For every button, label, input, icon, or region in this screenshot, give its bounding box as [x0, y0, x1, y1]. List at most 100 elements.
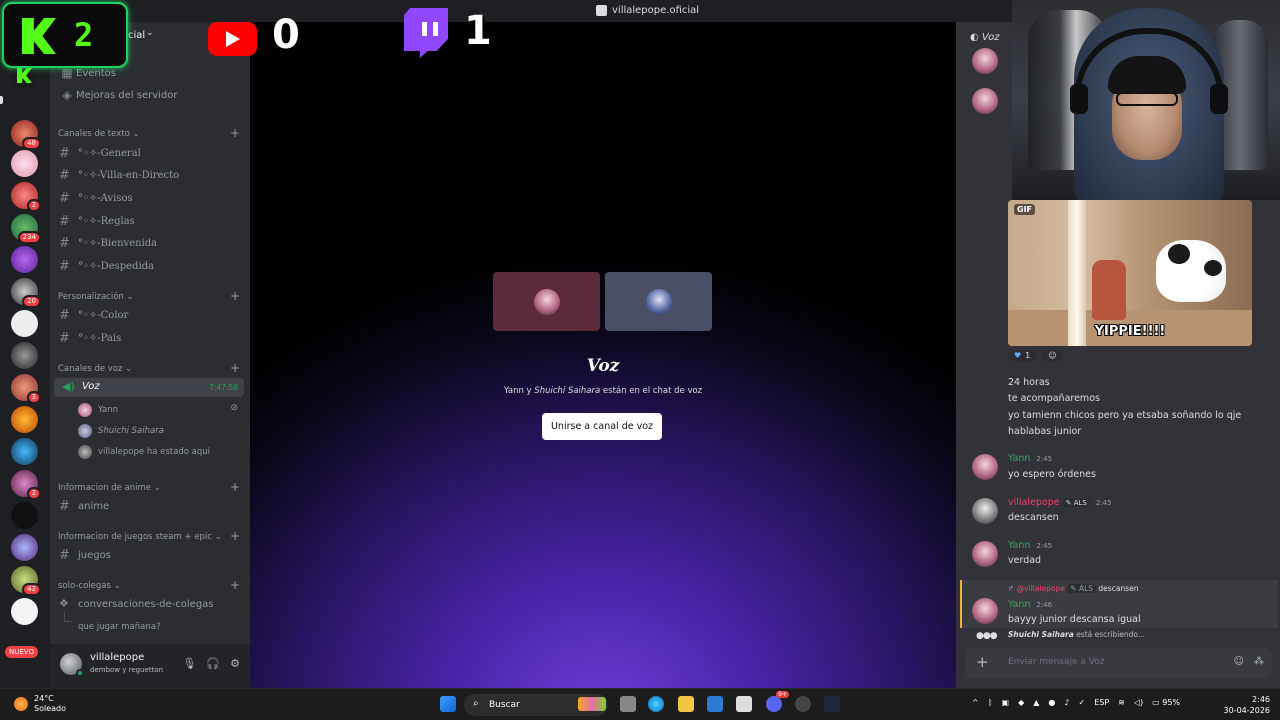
steam-icon[interactable] — [824, 696, 840, 712]
channel-villa-en-directo[interactable]: °◦✧-Villa-en-Directo — [78, 170, 179, 181]
category-friends[interactable]: solo-colegas ⌄ + — [58, 579, 240, 591]
chevron-down-icon[interactable]: ⌄ — [146, 28, 154, 38]
store-icon[interactable] — [736, 696, 752, 712]
server-icon[interactable]: 48 — [11, 120, 41, 150]
voice-user-yann[interactable]: Yann — [78, 402, 118, 418]
channel-reglas[interactable]: °◦✧-Reglas — [78, 216, 135, 227]
avatar[interactable] — [972, 48, 998, 74]
server-icon[interactable]: 3 — [11, 374, 41, 404]
add-channel-icon[interactable]: + — [230, 481, 240, 493]
add-channel-icon[interactable]: + — [230, 579, 240, 591]
server-icon[interactable]: 2 — [11, 182, 41, 212]
channel-despedida[interactable]: °◦✧-Despedida — [78, 261, 154, 272]
message-composer[interactable]: + Enviar mensaje a Voz ☺ ⁂ — [966, 648, 1272, 678]
channel-avisos[interactable]: °◦✧-Avisos — [78, 193, 133, 204]
tray-app-icon[interactable]: ✓ — [1078, 698, 1085, 707]
mail-icon[interactable] — [707, 696, 723, 712]
add-reaction-button[interactable]: ☺ — [1042, 350, 1063, 361]
discord-taskbar-icon[interactable]: 9+ — [766, 691, 789, 712]
gif-label: GIF — [1014, 204, 1036, 215]
server-icon[interactable] — [11, 310, 38, 337]
participant-tile-yann[interactable] — [493, 272, 600, 331]
message-author[interactable]: Yann 2:45 — [1008, 540, 1052, 551]
file-explorer-icon[interactable] — [678, 696, 694, 712]
server-icon[interactable] — [11, 534, 38, 561]
category-custom[interactable]: Personalización ⌄ + — [58, 290, 240, 302]
server-icon[interactable] — [11, 438, 38, 465]
channel-bienvenida[interactable]: °◦✧-Bienvenida — [78, 238, 157, 249]
weather-widget[interactable]: 24°C Soleado — [34, 694, 66, 714]
channel-juegos[interactable]: juegos — [78, 550, 111, 561]
task-view-icon[interactable] — [620, 696, 636, 712]
battery-indicator[interactable]: ▭ 95% — [1152, 698, 1180, 707]
message-author[interactable]: Yann 2:45 — [1008, 453, 1052, 464]
add-channel-icon[interactable]: + — [230, 290, 240, 302]
avatar[interactable] — [972, 598, 998, 624]
plus-icon[interactable]: + — [976, 653, 989, 671]
server-icon[interactable]: 2 — [11, 470, 41, 500]
avatar[interactable] — [972, 88, 998, 114]
server-icon[interactable] — [11, 406, 38, 433]
message-author[interactable]: Yann 2:46 — [1008, 599, 1052, 610]
participant-tile-shuichi[interactable] — [605, 272, 712, 331]
headphones-icon[interactable]: 🎧 — [206, 657, 220, 670]
server-icon[interactable] — [11, 150, 38, 177]
channel-anime[interactable]: anime — [78, 501, 109, 512]
voice-user-villalepope[interactable]: villalepope ha estado aquí — [78, 444, 210, 460]
server-boost-item[interactable]: ◈ Mejoras del servidor — [58, 85, 242, 105]
sun-icon[interactable] — [14, 697, 28, 711]
join-voice-button[interactable]: Unirse a canal de voz — [542, 413, 662, 440]
channel-color[interactable]: °◦✧-Color — [78, 310, 128, 321]
add-channel-icon[interactable]: + — [230, 127, 240, 139]
gear-icon[interactable]: ⚙ — [230, 657, 240, 670]
channel-general[interactable]: °◦✧-General — [78, 148, 141, 159]
flowers-widget-icon[interactable] — [578, 697, 606, 711]
message-line: 24 horas — [1008, 377, 1050, 388]
message-author[interactable]: villalepope ✎ ALS 2:45 — [1008, 497, 1112, 508]
server-icon[interactable]: 42 — [11, 566, 41, 596]
message-input[interactable]: Enviar mensaje a Voz — [1008, 657, 1104, 667]
volume-icon[interactable]: ◁) — [1134, 698, 1143, 707]
server-icon[interactable] — [11, 598, 38, 625]
server-icon[interactable] — [11, 342, 38, 369]
voice-channel-voz[interactable]: ◀) Voz 7:47:58 — [54, 378, 244, 397]
microphone-icon[interactable]: 🎙 — [182, 657, 196, 670]
category-text[interactable]: Canales de texto ⌄ + — [58, 127, 240, 139]
channel-conversaciones[interactable]: conversaciones-de-colegas — [78, 599, 214, 610]
avatar[interactable] — [972, 541, 998, 567]
avatar[interactable] — [972, 498, 998, 524]
avatar — [534, 289, 560, 315]
tray-app-icon[interactable]: ◆ — [1018, 698, 1024, 707]
server-name[interactable]: cial — [128, 30, 145, 41]
add-channel-icon[interactable]: + — [230, 530, 240, 542]
server-icon[interactable] — [11, 502, 38, 529]
emoji-icon[interactable]: ☺ — [1234, 656, 1244, 667]
tray-app-icon[interactable]: ▣ — [1002, 698, 1010, 707]
category-games[interactable]: Informacion de juegos steam + epic ⌄ + — [58, 530, 240, 542]
language-indicator[interactable]: ESP — [1094, 698, 1109, 707]
channel-pais[interactable]: °◦✧-Pais — [78, 333, 121, 344]
server-icon[interactable]: 234 — [11, 214, 41, 244]
apps-icon[interactable]: ⁂ — [1254, 656, 1264, 667]
microphone-icon[interactable]: ♪ — [1064, 698, 1069, 707]
bluetooth-icon[interactable]: ᛒ — [988, 698, 993, 707]
app-icon[interactable] — [795, 696, 811, 712]
server-icon[interactable]: 20 — [11, 278, 41, 308]
wifi-icon[interactable]: ≋ — [1118, 698, 1125, 707]
server-icon[interactable] — [11, 246, 38, 273]
clock[interactable]: 2:46 30-04-2026 — [1224, 694, 1271, 716]
reply-reference[interactable]: ↱ @villalepope ✎ ALS descansen — [1008, 584, 1138, 593]
gif-attachment[interactable]: GIF YIPPIE!!!! — [1008, 200, 1252, 346]
edge-icon[interactable] — [648, 696, 664, 712]
avatar[interactable] — [972, 454, 998, 480]
start-icon[interactable] — [440, 696, 456, 712]
thread-que-jugar[interactable]: que jugar mañana? — [78, 622, 160, 632]
reaction-heart[interactable]: ♥ 1 — [1008, 350, 1037, 361]
tray-app-icon[interactable]: ● — [1048, 698, 1055, 707]
chevron-up-icon[interactable]: ^ — [972, 698, 979, 707]
category-anime[interactable]: Informacion de anime ⌄ + — [58, 481, 240, 493]
tray-app-icon[interactable]: ▲ — [1033, 698, 1039, 707]
category-voice[interactable]: Canales de voz ⌄ + — [58, 362, 240, 374]
voice-user-shuichi[interactable]: Shuichi Saihara — [78, 423, 164, 439]
add-channel-icon[interactable]: + — [230, 362, 240, 374]
